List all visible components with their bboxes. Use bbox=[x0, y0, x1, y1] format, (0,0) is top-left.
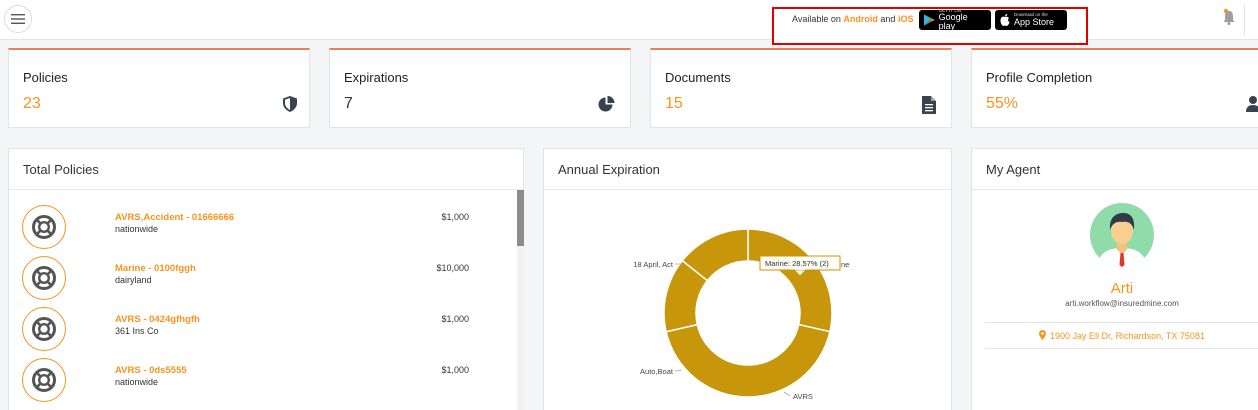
policy-amount: $1,000 bbox=[441, 212, 469, 222]
stat-card-policies[interactable]: Policies 23 bbox=[8, 48, 310, 128]
availability-prefix: Available on bbox=[792, 14, 841, 24]
agent-address: 1900 Jay Ell Dr, Richardson, TX 75081 bbox=[1050, 331, 1205, 341]
annual-expiration-panel: Annual Expiration 18 April, Act Auto,Boa… bbox=[543, 148, 952, 410]
my-agent-panel: My Agent Arti arti.workflow@insuredmine.… bbox=[971, 148, 1258, 410]
apple-icon bbox=[1000, 14, 1010, 26]
agent-address-row[interactable]: 1900 Jay Ell Dr, Richardson, TX 75081 bbox=[972, 330, 1258, 341]
stat-card-profile-completion[interactable]: Profile Completion 55% bbox=[971, 48, 1258, 128]
policy-company: dairyland bbox=[115, 275, 152, 285]
availability-text: Available on Android and iOS bbox=[792, 14, 913, 24]
policy-row[interactable]: AVRS,Accident - 01666666 nationwide $1,0… bbox=[9, 202, 517, 252]
menu-button[interactable] bbox=[4, 5, 32, 33]
ios-link[interactable]: iOS bbox=[898, 14, 914, 24]
policy-amount: $1,000 bbox=[441, 314, 469, 324]
google-play-big-text: Google play bbox=[938, 12, 968, 32]
app-availability-box: Available on Android and iOS GET IT ON G… bbox=[772, 7, 1088, 45]
panel-title: Annual Expiration bbox=[558, 162, 660, 177]
app-store-big-text: App Store bbox=[1014, 16, 1055, 27]
stat-label: Expirations bbox=[344, 70, 409, 85]
panel-title: Total Policies bbox=[23, 162, 99, 177]
hamburger-icon bbox=[11, 14, 25, 24]
expiration-chart: 18 April, Act Auto,Boat AVRS ne Marine: … bbox=[544, 190, 952, 410]
policy-company: nationwide bbox=[115, 224, 159, 234]
policy-amount: $1,000 bbox=[441, 365, 469, 375]
chart-label-marine-tail: ne bbox=[841, 260, 849, 269]
app-store-button[interactable]: Download on the App Store bbox=[995, 10, 1067, 30]
map-pin-icon bbox=[1039, 330, 1047, 340]
chart-slice-avrs[interactable] bbox=[665, 323, 831, 398]
lifebuoy-icon bbox=[22, 358, 66, 402]
stat-card-documents[interactable]: Documents 15 bbox=[650, 48, 952, 128]
android-link[interactable]: Android bbox=[843, 14, 878, 24]
agent-name: Arti bbox=[1110, 280, 1134, 297]
panel-divider bbox=[9, 189, 523, 190]
availability-and: and bbox=[880, 14, 896, 24]
lifebuoy-icon bbox=[22, 256, 66, 300]
agent-divider-top bbox=[985, 322, 1258, 323]
lifebuoy-icon bbox=[22, 205, 66, 249]
panel-divider bbox=[972, 189, 1258, 190]
lifebuoy-icon bbox=[22, 307, 66, 351]
topbar-divider bbox=[1244, 4, 1245, 36]
chart-tooltip: Marine: 28.57% (2) bbox=[759, 255, 841, 277]
policy-company: 361 Ins Co bbox=[115, 326, 159, 336]
document-icon bbox=[922, 96, 936, 114]
policy-row[interactable]: AVRS - 0424gfhgfh 361 Ins Co $1,000 bbox=[9, 304, 517, 354]
stat-value: 7 bbox=[344, 95, 353, 112]
stat-value: 15 bbox=[665, 95, 683, 112]
policy-row[interactable]: Marine - 0100fggh dairyland $10,000 bbox=[9, 253, 517, 303]
chart-label-avrs: AVRS bbox=[793, 392, 813, 401]
user-icon bbox=[1246, 96, 1258, 112]
policies-scrollbar[interactable] bbox=[517, 190, 524, 410]
policy-name[interactable]: AVRS - 0424gfhgfh bbox=[115, 314, 200, 325]
agent-divider-bottom bbox=[985, 348, 1258, 349]
policy-row[interactable]: AVRS - 0ds5555 nationwide $1,000 bbox=[9, 355, 517, 405]
total-policies-panel: Total Policies AVRS,Accident - 01666666 … bbox=[8, 148, 524, 410]
chart-label-april: 18 April, Act bbox=[633, 260, 674, 269]
agent-email[interactable]: arti.workflow@insuredmine.com bbox=[972, 299, 1258, 308]
stat-value: 55% bbox=[986, 95, 1019, 112]
policy-name[interactable]: AVRS,Accident - 01666666 bbox=[115, 212, 234, 223]
scrollbar-thumb[interactable] bbox=[517, 190, 524, 246]
google-play-icon bbox=[924, 14, 935, 26]
pie-chart-icon bbox=[598, 96, 615, 112]
chart-tooltip-text: Marine: 28.57% (2) bbox=[765, 259, 829, 268]
stat-label: Policies bbox=[23, 70, 68, 85]
panel-title: My Agent bbox=[986, 162, 1041, 177]
stat-label: Documents bbox=[665, 70, 731, 85]
stat-value: 23 bbox=[23, 95, 41, 112]
agent-avatar bbox=[1090, 203, 1154, 267]
google-play-button[interactable]: GET IT ON Google play bbox=[919, 8, 991, 32]
stat-card-expirations[interactable]: Expirations 7 bbox=[329, 48, 631, 128]
chart-slice-marine[interactable] bbox=[747, 228, 833, 333]
stat-label: Profile Completion bbox=[986, 70, 1093, 85]
chart-label-auto-boat: Auto,Boat bbox=[640, 367, 674, 376]
policy-amount: $10,000 bbox=[436, 263, 469, 273]
policy-name[interactable]: Marine - 0100fggh bbox=[115, 263, 196, 274]
policy-name[interactable]: AVRS - 0ds5555 bbox=[115, 365, 187, 376]
policy-company: nationwide bbox=[115, 377, 159, 387]
shield-icon bbox=[283, 96, 297, 112]
notification-bell-icon[interactable] bbox=[1222, 8, 1236, 26]
